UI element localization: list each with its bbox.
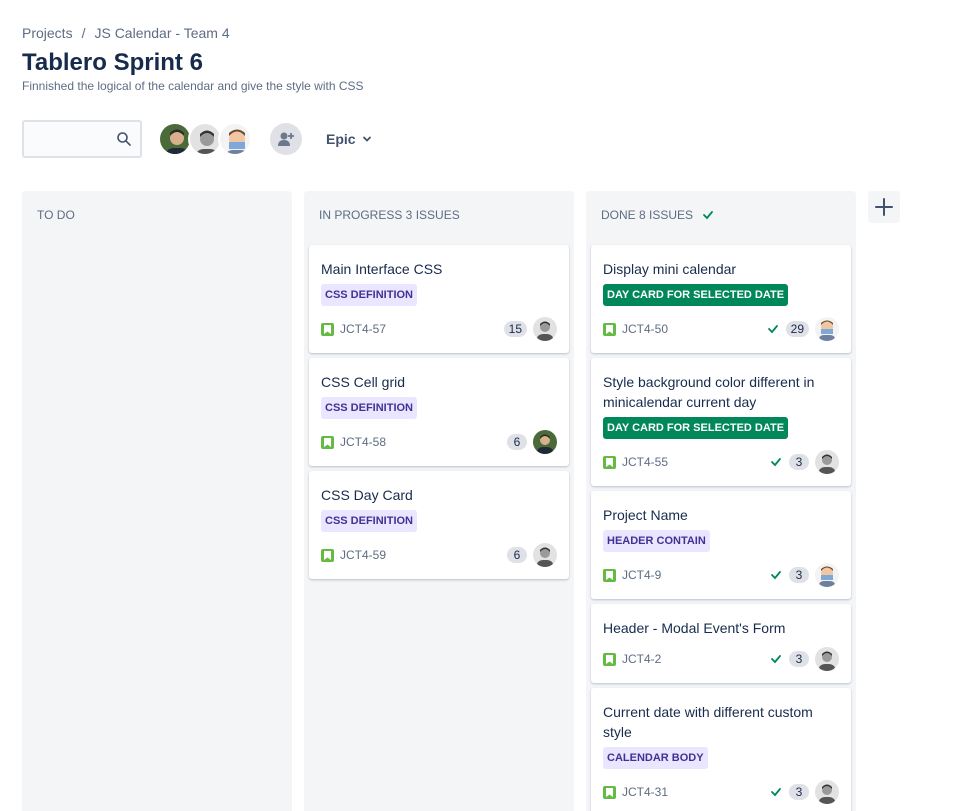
card-footer: JCT4-50 29 [603,317,839,341]
add-people-button[interactable] [270,123,302,155]
issue-title: Style background color different in mini… [603,374,815,410]
story-points-badge: 15 [503,321,527,337]
card-footer: JCT4-9 3 [603,563,839,587]
issue-title: CSS Cell grid [321,374,406,390]
chevron-down-icon [362,136,371,142]
card-footer: JCT4-55 3 [603,450,839,474]
story-icon [321,435,334,449]
check-icon [771,655,781,664]
issue-card[interactable]: Header - Modal Event's Form JCT4-2 3 [591,604,851,683]
assignee-avatar[interactable] [815,563,839,587]
story-points-badge: 29 [785,321,809,337]
avatar[interactable] [188,122,222,156]
story-points-badge: 3 [789,567,809,583]
epic-label: DAY CARD FOR SELECTED DATE [603,417,789,439]
assignee-avatar[interactable] [815,647,839,671]
column-header: IN PROGRESS 3 ISSUES [319,208,460,222]
assignee-avatars [158,122,252,156]
plus-icon [875,198,893,216]
issue-card[interactable]: Project Name HEADER CONTAIN JCT4-9 3 [591,491,851,599]
column-title: TO DO [37,208,75,222]
issue-key[interactable]: JCT4-59 [340,548,386,562]
issue-key[interactable]: JCT4-9 [622,568,661,582]
issue-key[interactable]: JCT4-55 [622,455,668,469]
check-icon [703,211,713,220]
column-title: DONE 8 ISSUES [601,208,694,222]
assignee-avatar[interactable] [533,430,557,454]
story-icon [603,785,616,799]
story-icon [321,322,334,336]
card-footer: JCT4-31 3 [603,780,839,804]
story-points-badge: 3 [789,454,809,470]
epic-filter-label: Epic [326,131,356,147]
check-icon [771,571,781,580]
assignee-avatar[interactable] [533,317,557,341]
avatar[interactable] [158,122,192,156]
breadcrumb: Projects / JS Calendar - Team 4 [22,25,230,41]
page-title: Tablero Sprint 6 [22,49,203,76]
story-icon [603,652,616,666]
issue-title: Display mini calendar [603,261,737,277]
story-points-badge: 6 [507,434,527,450]
card-footer: JCT4-57 15 [321,317,557,341]
add-people-icon [278,132,294,146]
issue-title: Current date with different custom style [603,704,813,740]
breadcrumb-project-name[interactable]: JS Calendar - Team 4 [94,25,229,41]
page-subtitle: Finnished the logical of the calendar an… [22,79,364,93]
breadcrumb-separator: / [81,25,86,41]
issue-key[interactable]: JCT4-31 [622,785,668,799]
assignee-avatar[interactable] [815,317,839,341]
epic-label: DAY CARD FOR SELECTED DATE [603,284,789,306]
board-toolbar: Epic [22,120,372,158]
assignee-avatar[interactable] [815,780,839,804]
card-footer: JCT4-2 3 [603,647,839,671]
column-done: DONE 8 ISSUES Display mini calendar DAY … [586,191,856,811]
epic-label: CSS DEFINITION [321,284,418,306]
column-title: IN PROGRESS 3 ISSUES [319,208,460,222]
assignee-avatar[interactable] [533,543,557,567]
issue-key[interactable]: JCT4-58 [340,435,386,449]
column-header: TO DO [37,208,75,222]
story-points-badge: 6 [507,547,527,563]
story-icon [603,568,616,582]
issue-key[interactable]: JCT4-57 [340,322,386,336]
issue-title: Main Interface CSS [321,261,443,277]
assignee-avatar[interactable] [815,450,839,474]
check-icon [771,788,781,797]
search-input[interactable] [22,120,142,158]
breadcrumb-projects[interactable]: Projects [22,25,73,41]
issue-card[interactable]: Style background color different in mini… [591,358,851,486]
issue-key[interactable]: JCT4-2 [622,652,661,666]
issue-key[interactable]: JCT4-50 [622,322,668,336]
issue-title: Project Name [603,507,688,523]
avatar[interactable] [218,122,252,156]
issue-title: Header - Modal Event's Form [603,620,786,636]
card-footer: JCT4-58 6 [321,430,557,454]
epic-label: CSS DEFINITION [321,397,418,419]
issue-card[interactable]: Display mini calendar DAY CARD FOR SELEC… [591,245,851,353]
issue-title: CSS Day Card [321,487,413,503]
add-column-button[interactable] [868,191,900,223]
issue-card[interactable]: CSS Day Card CSS DEFINITION JCT4-59 6 [309,471,569,579]
check-icon [771,458,781,467]
column-todo: TO DO [22,191,292,811]
story-points-badge: 3 [789,784,809,800]
epic-label: HEADER CONTAIN [603,530,710,552]
story-icon [603,455,616,469]
epic-label: CALENDAR BODY [603,747,708,769]
issue-card[interactable]: Main Interface CSS CSS DEFINITION JCT4-5… [309,245,569,353]
epic-filter-dropdown[interactable]: Epic [326,131,372,147]
issue-card[interactable]: Current date with different custom style… [591,688,851,811]
column-in-progress: IN PROGRESS 3 ISSUES Main Interface CSS … [304,191,574,811]
column-header: DONE 8 ISSUES [601,208,715,222]
story-icon [321,548,334,562]
check-icon [767,325,778,334]
story-points-badge: 3 [789,651,809,667]
search-icon [117,132,131,146]
story-icon [603,322,616,336]
card-footer: JCT4-59 6 [321,543,557,567]
issue-card[interactable]: CSS Cell grid CSS DEFINITION JCT4-58 6 [309,358,569,466]
epic-label: CSS DEFINITION [321,510,418,532]
